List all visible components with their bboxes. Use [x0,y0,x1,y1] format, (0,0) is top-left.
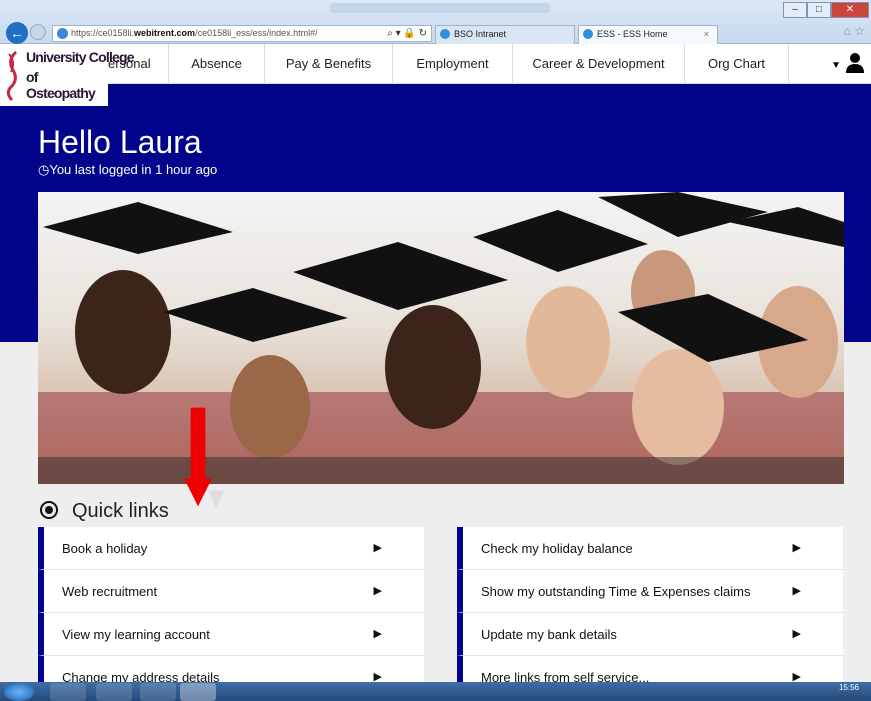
nav-employment[interactable]: Employment [392,44,512,84]
tab-ess-home[interactable]: ESS - ESS Home × [578,25,718,44]
nav-org-chart[interactable]: Org Chart [684,44,788,84]
play-arrow-icon: ▶ [373,542,382,554]
quick-links-left: Book a holiday ▶ Web recruitment ▶ View my… [38,527,424,699]
nav-pay-benefits[interactable]: Pay & Benefits [264,44,392,84]
url-prefix: https://ce0158li. [71,28,135,38]
play-arrow-icon: ▶ [373,628,382,640]
close-tab-icon[interactable]: × [704,26,709,43]
radio-icon [40,500,58,519]
system-tray: 15:56 [839,684,859,692]
graduates-photo [38,192,844,484]
minimize-icon[interactable]: – [783,2,807,18]
clock-icon: ◷ [38,162,50,177]
tab-label: ESS - ESS Home [597,29,668,39]
quick-link-book-holiday[interactable]: Book a holiday ▶ [38,527,424,570]
address-tools[interactable]: ⌕ ▾ 🔒 ↻ [387,26,427,41]
logo: University College of Osteopathy [0,44,135,106]
home-star-icons[interactable]: ⌂ ☆ [844,24,865,38]
quick-link-web-recruitment[interactable]: Web recruitment ▶ [38,570,424,613]
close-window-icon[interactable]: ✕ [831,2,869,18]
ie-tab-icon [583,29,593,39]
last-login: ◷You last logged in 1 hour ago [38,162,218,177]
chevron-down-icon[interactable]: ▼ [831,60,841,71]
window-controls: – □ ✕ [783,2,869,18]
start-button[interactable] [4,683,34,701]
logo-mark-icon [6,50,18,102]
nav-absence[interactable]: Absence [168,44,264,84]
banner-image [38,192,844,484]
taskbar-app-ie[interactable] [180,683,216,701]
taskbar-app-word[interactable] [140,683,176,701]
tab-label: BSO Intranet [454,29,507,39]
play-arrow-icon: ▶ [792,542,801,554]
windows-taskbar: 15:56 [0,682,871,701]
back-arrow-icon: ← [10,25,24,41]
taskbar-app-network[interactable] [50,683,86,701]
quick-links-right: Check my holiday balance ▶ Show my outsta… [457,527,843,699]
quick-link-bank-details[interactable]: Update my bank details ▶ [457,613,843,656]
quick-link-holiday-balance[interactable]: Check my holiday balance ▶ [457,527,843,570]
play-arrow-icon: ▶ [373,585,382,597]
quick-link-learning-account[interactable]: View my learning account ▶ [38,613,424,656]
play-arrow-icon: ▶ [792,628,801,640]
play-arrow-icon: ▶ [792,585,801,597]
red-annotation-arrow [184,407,224,508]
url-domain: webitrent.com [134,28,196,38]
greeting: Hello Laura [38,124,202,160]
quick-link-expenses-claims[interactable]: Show my outstanding Time & Expenses clai… [457,570,843,613]
back-button[interactable]: ← [6,22,28,44]
logo-line2: of Osteopathy [26,69,96,101]
forward-button[interactable] [30,24,46,40]
nav-career-development[interactable]: Career & Development [512,44,684,84]
user-icon[interactable] [845,52,865,74]
quick-links-heading: Quick links [40,500,169,523]
ie-page-icon [57,28,68,39]
maximize-icon[interactable]: □ [807,2,831,18]
browser-toolbar: – □ ✕ ← https://ce0158li.webitrent.com/c… [0,0,871,44]
logo-line1: University College [26,49,135,65]
tab-bso-intranet[interactable]: BSO Intranet [435,25,575,44]
ie-tab-icon [440,29,450,39]
taskbar-app-chrome[interactable] [96,683,132,701]
window-title [330,3,550,13]
clock-time: 15:56 [838,683,859,692]
address-bar[interactable]: https://ce0158li.webitrent.com/ce0158li_… [52,25,432,42]
url-path: /ce0158li_ess/ess/index.html#/ [195,28,318,38]
